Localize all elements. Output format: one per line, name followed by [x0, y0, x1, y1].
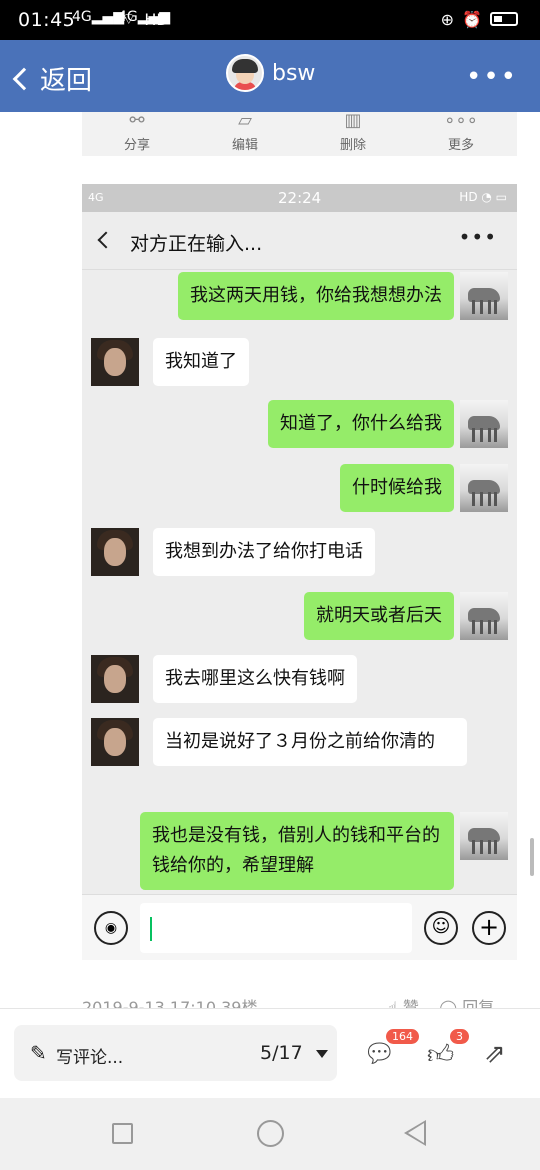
- system-nav-bar: [0, 1098, 540, 1170]
- avatar: [91, 338, 139, 386]
- emoji-icon: ☺: [424, 911, 458, 945]
- delete-button[interactable]: ▥ 删除: [323, 110, 383, 154]
- chat-screenshot-image[interactable]: 4G 22:24 HD ◔ ▭ 对方正在输入... ••• 我这两天用钱，你给我…: [82, 184, 517, 960]
- chat-message: 当初是说好了３月份之前给你清的: [91, 718, 467, 766]
- nav-bar: 返回 bsw •••: [0, 40, 540, 112]
- home-button[interactable]: [257, 1120, 284, 1147]
- message-input: [140, 903, 412, 953]
- chat-message: 我去哪里这么快有钱啊: [91, 655, 357, 703]
- like-button[interactable]: 👍︎: [427, 1039, 454, 1070]
- avatar: [460, 812, 508, 860]
- avatar: [460, 272, 508, 320]
- chat-message: 我也是没有钱，借别人的钱和平台的钱给你的，希望理解: [140, 812, 508, 890]
- image-toolbar: ⚯ 分享 ▱ 编辑 ▥ 删除 ∘∘∘ 更多: [82, 112, 517, 156]
- chat-title: 对方正在输入...: [130, 233, 263, 255]
- page-indicator[interactable]: 5/17: [260, 1042, 303, 1064]
- share-button[interactable]: ⚯ 分享: [107, 110, 167, 154]
- like-count-badge: 3: [450, 1029, 469, 1044]
- recent-apps-button[interactable]: [112, 1123, 133, 1144]
- screenshot-input-bar: ◉ ☺ +: [82, 894, 517, 960]
- avatar: [91, 718, 139, 766]
- scrollbar[interactable]: [530, 838, 534, 876]
- lock-icon: ⊕: [440, 9, 455, 29]
- share-button[interactable]: ⇗: [484, 1039, 506, 1069]
- voice-icon: ◉: [94, 911, 128, 945]
- battery-icon: [490, 12, 518, 26]
- edit-icon: ▱: [238, 110, 252, 131]
- thumb-up-icon: 👍︎: [427, 1040, 455, 1070]
- chat-message: 就明天或者后天: [304, 592, 508, 640]
- more-icon: ∘∘∘: [444, 110, 478, 131]
- comment-count-badge: 164: [386, 1029, 419, 1044]
- chat-message: 什时候给我: [340, 464, 508, 512]
- trash-icon: ▥: [344, 110, 362, 131]
- back-label: 返回: [40, 66, 93, 96]
- screenshot-status-bar: 4G 22:24 HD ◔ ▭: [82, 184, 517, 212]
- avatar: [460, 400, 508, 448]
- chevron-left-icon: [12, 67, 36, 90]
- back-nav-button[interactable]: [404, 1120, 426, 1146]
- share-icon: ⇗: [484, 1039, 506, 1069]
- more-tools-button[interactable]: ∘∘∘ 更多: [431, 110, 491, 154]
- nav-username: bsw: [272, 60, 316, 86]
- share-icon: ⚯: [129, 110, 145, 131]
- chat-message: 我想到办法了给你打电话: [91, 528, 375, 576]
- hd-icon: HD: [144, 9, 169, 29]
- pen-icon: ✎: [30, 1041, 47, 1065]
- comment-input[interactable]: ✎ 写评论... 5/17: [14, 1025, 337, 1081]
- chevron-left-icon: [97, 231, 115, 249]
- edit-button[interactable]: ▱ 编辑: [215, 110, 275, 154]
- more-button[interactable]: •••: [466, 62, 518, 92]
- avatar: [460, 592, 508, 640]
- avatar: [91, 528, 139, 576]
- signal-icon: 4G▂▄▆: [72, 9, 125, 25]
- bottom-bar: ✎ 写评论... 5/17 💬︎ 164 👍︎ 3 ⇗: [0, 1008, 540, 1098]
- status-right: ⌔ HD ⊕ ⏰: [121, 9, 518, 29]
- chat-message: 我这两天用钱，你给我想想办法: [178, 272, 508, 320]
- status-time: 01:45: [18, 9, 76, 31]
- back-button[interactable]: 返回: [10, 60, 92, 97]
- more-icon: •••: [458, 225, 497, 249]
- caret-down-icon[interactable]: [316, 1050, 328, 1058]
- nav-title[interactable]: bsw: [226, 54, 315, 92]
- screenshot-chat-header: 对方正在输入... •••: [82, 212, 517, 270]
- plus-icon: +: [472, 911, 506, 945]
- avatar: [226, 54, 264, 92]
- chat-message: 知道了，你什么给我: [268, 400, 508, 448]
- alarm-icon: ⏰: [462, 9, 482, 29]
- wifi-icon: ⌔: [121, 9, 137, 28]
- avatar: [460, 464, 508, 512]
- comment-placeholder: 写评论...: [56, 1048, 124, 1068]
- chat-message: 我知道了: [91, 338, 249, 386]
- status-bar: 01:45 4G▂▄▆ 4G▂▄▆ ⌔ HD ⊕ ⏰: [0, 0, 540, 40]
- avatar: [91, 655, 139, 703]
